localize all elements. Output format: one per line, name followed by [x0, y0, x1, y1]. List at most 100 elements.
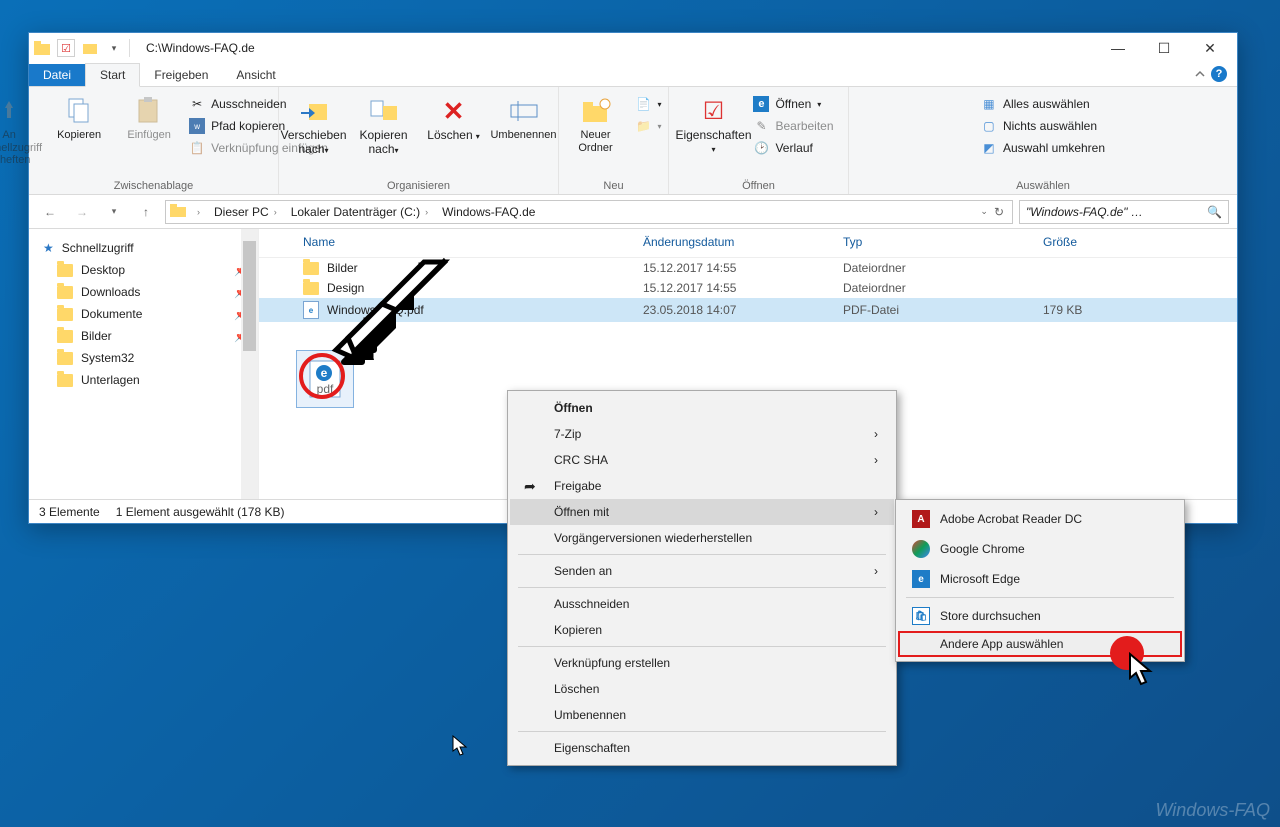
copyto-icon — [368, 95, 400, 127]
chevron-right-icon: › — [874, 427, 878, 441]
watermark: Windows-FAQ — [1155, 800, 1270, 821]
svg-text:pdf: pdf — [317, 382, 334, 396]
col-date[interactable]: Änderungsdatum — [643, 235, 843, 249]
folder-icon — [57, 374, 73, 387]
refresh-button[interactable]: ↻ — [990, 205, 1008, 219]
help-icon[interactable]: ? — [1211, 66, 1227, 82]
tab-file[interactable]: Datei — [29, 64, 85, 86]
quick-access-toolbar: ☑ ▾ — [33, 39, 123, 57]
open-button[interactable]: eÖffnen ▾ — [751, 95, 835, 113]
sidebar-item-unterlagen[interactable]: Unterlagen — [29, 369, 258, 391]
folder-icon — [303, 262, 319, 275]
sidebar-quickaccess[interactable]: ★Schnellzugriff — [29, 237, 258, 259]
ctx-copy[interactable]: Kopieren — [510, 617, 894, 643]
pin-quickaccess-button[interactable]: An Schnellzugriff anheften — [0, 91, 41, 167]
invert-selection-button[interactable]: ◩Auswahl umkehren — [979, 139, 1107, 157]
file-row[interactable]: Design 15.12.2017 14:55Dateiordner — [259, 278, 1237, 298]
ctx-send-to[interactable]: Senden an› — [510, 558, 894, 584]
col-size[interactable]: Größe — [1043, 235, 1223, 249]
qat-folder-icon[interactable] — [81, 39, 99, 57]
sub-chrome[interactable]: Google Chrome — [898, 534, 1182, 564]
group-organize-label: Organisieren — [387, 178, 450, 192]
new-item-button[interactable]: 📄▾ — [634, 95, 664, 113]
col-type[interactable]: Typ — [843, 235, 1043, 249]
sidebar-item-images[interactable]: Bilder📌 — [29, 325, 258, 347]
select-all-button[interactable]: ▦Alles auswählen — [979, 95, 1107, 113]
annotation-red-dot — [1110, 636, 1144, 670]
crumb-separator[interactable]: › — [188, 205, 206, 219]
moveto-icon — [298, 95, 330, 127]
file-row[interactable]: Bilder 15.12.2017 14:55Dateiordner — [259, 258, 1237, 278]
new-folder-button[interactable]: Neuer Ordner — [564, 91, 628, 154]
sub-edge[interactable]: eMicrosoft Edge — [898, 564, 1182, 594]
easy-access-button[interactable]: 📁▾ — [634, 117, 664, 135]
invert-icon: ◩ — [981, 140, 997, 156]
up-button[interactable]: ↑ — [133, 200, 159, 224]
ctx-properties[interactable]: Eigenschaften — [510, 735, 894, 761]
ctx-previous-versions[interactable]: Vorgängerversionen wiederherstellen — [510, 525, 894, 551]
chevron-right-icon: › — [874, 505, 878, 519]
status-count: 3 Elemente — [39, 505, 100, 519]
sidebar-item-system32[interactable]: System32 — [29, 347, 258, 369]
address-bar[interactable]: › Dieser PC› Lokaler Datenträger (C:)› W… — [165, 200, 1013, 224]
search-input[interactable]: "Windows-FAQ.de" …🔍 — [1019, 200, 1229, 224]
minimize-button[interactable]: — — [1095, 33, 1141, 63]
history-button[interactable]: 🕑Verlauf — [751, 139, 835, 157]
column-headers[interactable]: Name Änderungsdatum Typ Größe — [259, 229, 1237, 258]
close-button[interactable]: ✕ — [1187, 33, 1233, 63]
copy-button[interactable]: Kopieren — [47, 91, 111, 142]
copy-icon — [63, 95, 95, 127]
qat-properties-icon[interactable]: ☑ — [57, 39, 75, 57]
sidebar-item-documents[interactable]: Dokumente📌 — [29, 303, 258, 325]
paste-button[interactable]: Einfügen — [117, 91, 181, 142]
edit-icon: ✎ — [753, 118, 769, 134]
ctx-open-with[interactable]: Öffnen mit› — [510, 499, 894, 525]
tab-share[interactable]: Freigeben — [140, 64, 222, 86]
crumb-drive[interactable]: Lokaler Datenträger (C:)› — [285, 203, 434, 221]
svg-text:e: e — [321, 366, 328, 380]
ctx-share[interactable]: ➦Freigabe — [510, 473, 894, 499]
ctx-delete[interactable]: Löschen — [510, 676, 894, 702]
group-clipboard-label: Zwischenablage — [114, 178, 194, 192]
crumb-folder[interactable]: Windows-FAQ.de — [436, 203, 541, 221]
properties-button[interactable]: ☑Eigenschaften ▾ — [681, 91, 745, 155]
ctx-open[interactable]: Öffnen — [510, 395, 894, 421]
sub-store[interactable]: 🛍Store durchsuchen — [898, 601, 1182, 631]
ribbon-collapse-help[interactable]: ? — [1185, 62, 1237, 86]
crumb-pc[interactable]: Dieser PC› — [208, 203, 283, 221]
qat-dropdown-icon[interactable]: ▾ — [105, 39, 123, 57]
ctx-crc[interactable]: CRC SHA› — [510, 447, 894, 473]
window-title: C:\Windows-FAQ.de — [146, 41, 255, 55]
sidebar-item-downloads[interactable]: Downloads📌 — [29, 281, 258, 303]
select-none-button[interactable]: ▢Nichts auswählen — [979, 117, 1107, 135]
nav-row: ← → ▾ ↑ › Dieser PC› Lokaler Datenträger… — [29, 195, 1237, 229]
share-icon: ➦ — [524, 478, 536, 495]
link-icon: 📋 — [189, 140, 205, 156]
copy-to-button[interactable]: Kopieren nach▾ — [352, 91, 416, 157]
recent-dropdown-icon[interactable]: ▾ — [101, 200, 127, 224]
paste-link-button[interactable]: 📋Verknüpfung einfügen — [187, 139, 330, 157]
tab-start[interactable]: Start — [85, 63, 140, 87]
ctx-rename[interactable]: Umbenennen — [510, 702, 894, 728]
edit-button[interactable]: ✎Bearbeiten — [751, 117, 835, 135]
path-icon: w — [189, 118, 205, 134]
forward-button[interactable]: → — [69, 200, 95, 224]
open-icon: e — [753, 96, 769, 112]
ctx-cut[interactable]: Ausschneiden — [510, 591, 894, 617]
maximize-button[interactable]: ☐ — [1141, 33, 1187, 63]
ctx-create-shortcut[interactable]: Verknüpfung erstellen — [510, 650, 894, 676]
newitem-icon: 📄 — [636, 96, 652, 112]
delete-button[interactable]: ✕Löschen ▾ — [422, 91, 486, 143]
col-name[interactable]: Name — [303, 235, 643, 249]
rename-button[interactable]: Umbenennen — [492, 91, 556, 142]
pdf-icon: e — [303, 301, 319, 319]
file-row-selected[interactable]: eWindows-FAQ.pdf 23.05.2018 14:07PDF-Dat… — [259, 298, 1237, 322]
tab-view[interactable]: Ansicht — [222, 64, 289, 86]
addr-dropdown-icon[interactable]: ⌄ — [980, 206, 988, 217]
folder-icon — [57, 308, 73, 321]
ctx-7zip[interactable]: 7-Zip› — [510, 421, 894, 447]
sidebar-item-desktop[interactable]: Desktop📌 — [29, 259, 258, 281]
sub-adobe[interactable]: AAdobe Acrobat Reader DC — [898, 504, 1182, 534]
sidebar-scrollbar[interactable] — [241, 229, 258, 499]
back-button[interactable]: ← — [37, 200, 63, 224]
